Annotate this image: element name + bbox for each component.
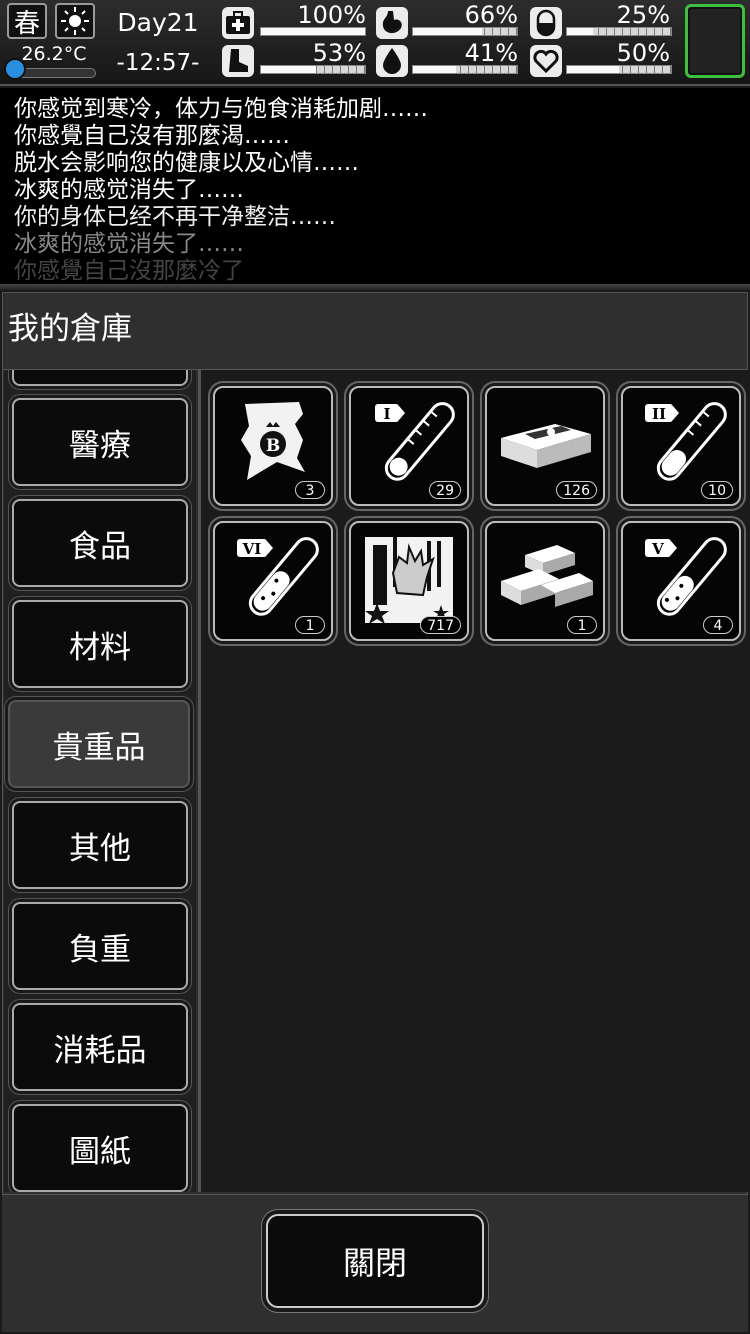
item-count: 10	[701, 481, 733, 499]
boot-icon	[222, 45, 254, 77]
stat-hunger-bar	[412, 27, 518, 36]
stat-health-bar	[260, 27, 366, 36]
medkit-icon	[222, 7, 254, 39]
stat-thirst-bar	[412, 65, 518, 74]
item-slot[interactable]: V 4	[621, 521, 741, 641]
stat-health-value: 100%	[297, 1, 366, 29]
stat-medicine-bar	[566, 27, 672, 36]
bitcoin-paper-icon: B	[241, 402, 305, 480]
stat-mood-fill	[567, 66, 619, 73]
stat-hunger-value: 66%	[464, 1, 518, 29]
tab-label: 食品	[69, 528, 131, 565]
item-slot[interactable]: II 10	[621, 386, 741, 506]
item-count: 29	[429, 481, 461, 499]
tab-label: 其他	[69, 830, 131, 867]
tab-blueprints[interactable]: 圖紙	[12, 1104, 188, 1192]
tab-consumables[interactable]: 消耗品	[12, 1003, 188, 1091]
banknote-bundle-icon	[501, 424, 591, 468]
svg-text:V: V	[651, 540, 664, 558]
stat-hunger-fill	[413, 28, 482, 35]
test-tube-2-icon: II	[645, 402, 727, 481]
item-grid: B 3 I 29 126 II 10 VI 1 717 1 V 4	[198, 370, 748, 1192]
log-line: 你感覺自己沒那麼冷了	[14, 258, 244, 284]
log-line: 你的身体已经不再干净整洁……	[14, 204, 336, 230]
stomach-icon	[376, 7, 408, 39]
item-count: 126	[556, 481, 597, 499]
stat-medicine-fill	[567, 28, 593, 35]
item-slot[interactable]: VI 1	[213, 521, 333, 641]
panel-title: 我的倉庫	[8, 311, 132, 347]
panel-header: 我的倉庫	[2, 292, 748, 370]
close-button[interactable]: 關閉	[266, 1214, 484, 1308]
stat-stamina-bar	[260, 65, 366, 74]
equipment-slot[interactable]	[685, 4, 745, 78]
tab-label: 醫療	[69, 427, 131, 464]
stat-thirst-fill	[413, 66, 456, 73]
tab-valuables[interactable]: 貴重品	[8, 700, 190, 788]
tab-label: 貴重品	[52, 729, 146, 766]
day-counter: Day21	[117, 8, 199, 37]
log-line: 脱水会影响您的健康以及心情……	[14, 150, 359, 176]
item-count: 3	[295, 481, 325, 499]
item-slot[interactable]: 1	[485, 521, 605, 641]
svg-text:II: II	[652, 405, 666, 423]
stat-thirst-value: 41%	[464, 39, 518, 67]
log-line: 冰爽的感觉消失了……	[14, 231, 244, 257]
stat-mood-value: 50%	[616, 39, 670, 67]
item-slot[interactable]: B 3	[213, 386, 333, 506]
tab-hidden-above[interactable]	[12, 370, 188, 386]
zombie-hand-card-icon	[365, 537, 453, 624]
divider	[0, 284, 750, 290]
item-count: 1	[295, 616, 325, 634]
water-drop-icon	[376, 45, 408, 77]
tab-medical[interactable]: 醫療	[12, 398, 188, 486]
tab-label: 消耗品	[53, 1032, 147, 1069]
item-slot[interactable]: 717	[349, 521, 469, 641]
message-log: 你感觉到寒冷，体力与饱食消耗加剧…… 你感覺自己沒有那麼渴…… 脱水会影响您的健…	[0, 88, 750, 284]
item-slot[interactable]: 126	[485, 386, 605, 506]
status-bar: 春 26.2°C Day21 -12:57- 100% 66% 25% 53% …	[0, 0, 750, 86]
item-count: 717	[420, 616, 461, 634]
tab-label: 負重	[69, 931, 131, 968]
clock-time: -12:57-	[116, 50, 200, 76]
tab-label: 圖紙	[69, 1133, 131, 1170]
log-line: 你感觉到寒冷，体力与饱食消耗加剧……	[14, 96, 428, 122]
svg-text:I: I	[383, 405, 390, 423]
season-badge: 春	[7, 3, 47, 39]
log-line: 冰爽的感觉消失了……	[14, 177, 244, 203]
log-line: 你感覺自己沒有那麼渴……	[14, 123, 290, 149]
stat-stamina-fill	[261, 66, 317, 73]
item-slot[interactable]: I 29	[349, 386, 469, 506]
gold-bars-icon	[501, 545, 593, 607]
test-tube-1-icon: I	[375, 402, 455, 481]
stat-mood-bar	[566, 65, 672, 74]
tab-food[interactable]: 食品	[12, 499, 188, 587]
stat-stamina-value: 53%	[312, 39, 366, 67]
svg-text:VI: VI	[242, 540, 262, 558]
svg-text:B: B	[266, 436, 280, 456]
stat-health-fill	[261, 28, 365, 35]
thermometer-icon	[4, 58, 26, 80]
tab-materials[interactable]: 材料	[12, 600, 188, 688]
sun-icon	[55, 3, 95, 39]
tab-label: 材料	[69, 629, 131, 666]
stat-medicine-value: 25%	[616, 1, 670, 29]
tab-carry[interactable]: 負重	[12, 902, 188, 990]
test-tube-5-icon: V	[645, 537, 727, 616]
item-count: 1	[567, 616, 597, 634]
season-label: 春	[13, 8, 40, 39]
item-count: 4	[703, 616, 733, 634]
close-button-label: 關閉	[342, 1244, 407, 1282]
tab-other[interactable]: 其他	[12, 801, 188, 889]
category-tabs[interactable]: 醫療 食品 材料 貴重品 其他 負重 消耗品 圖紙	[4, 370, 196, 1192]
test-tube-6-icon: VI	[237, 537, 319, 616]
